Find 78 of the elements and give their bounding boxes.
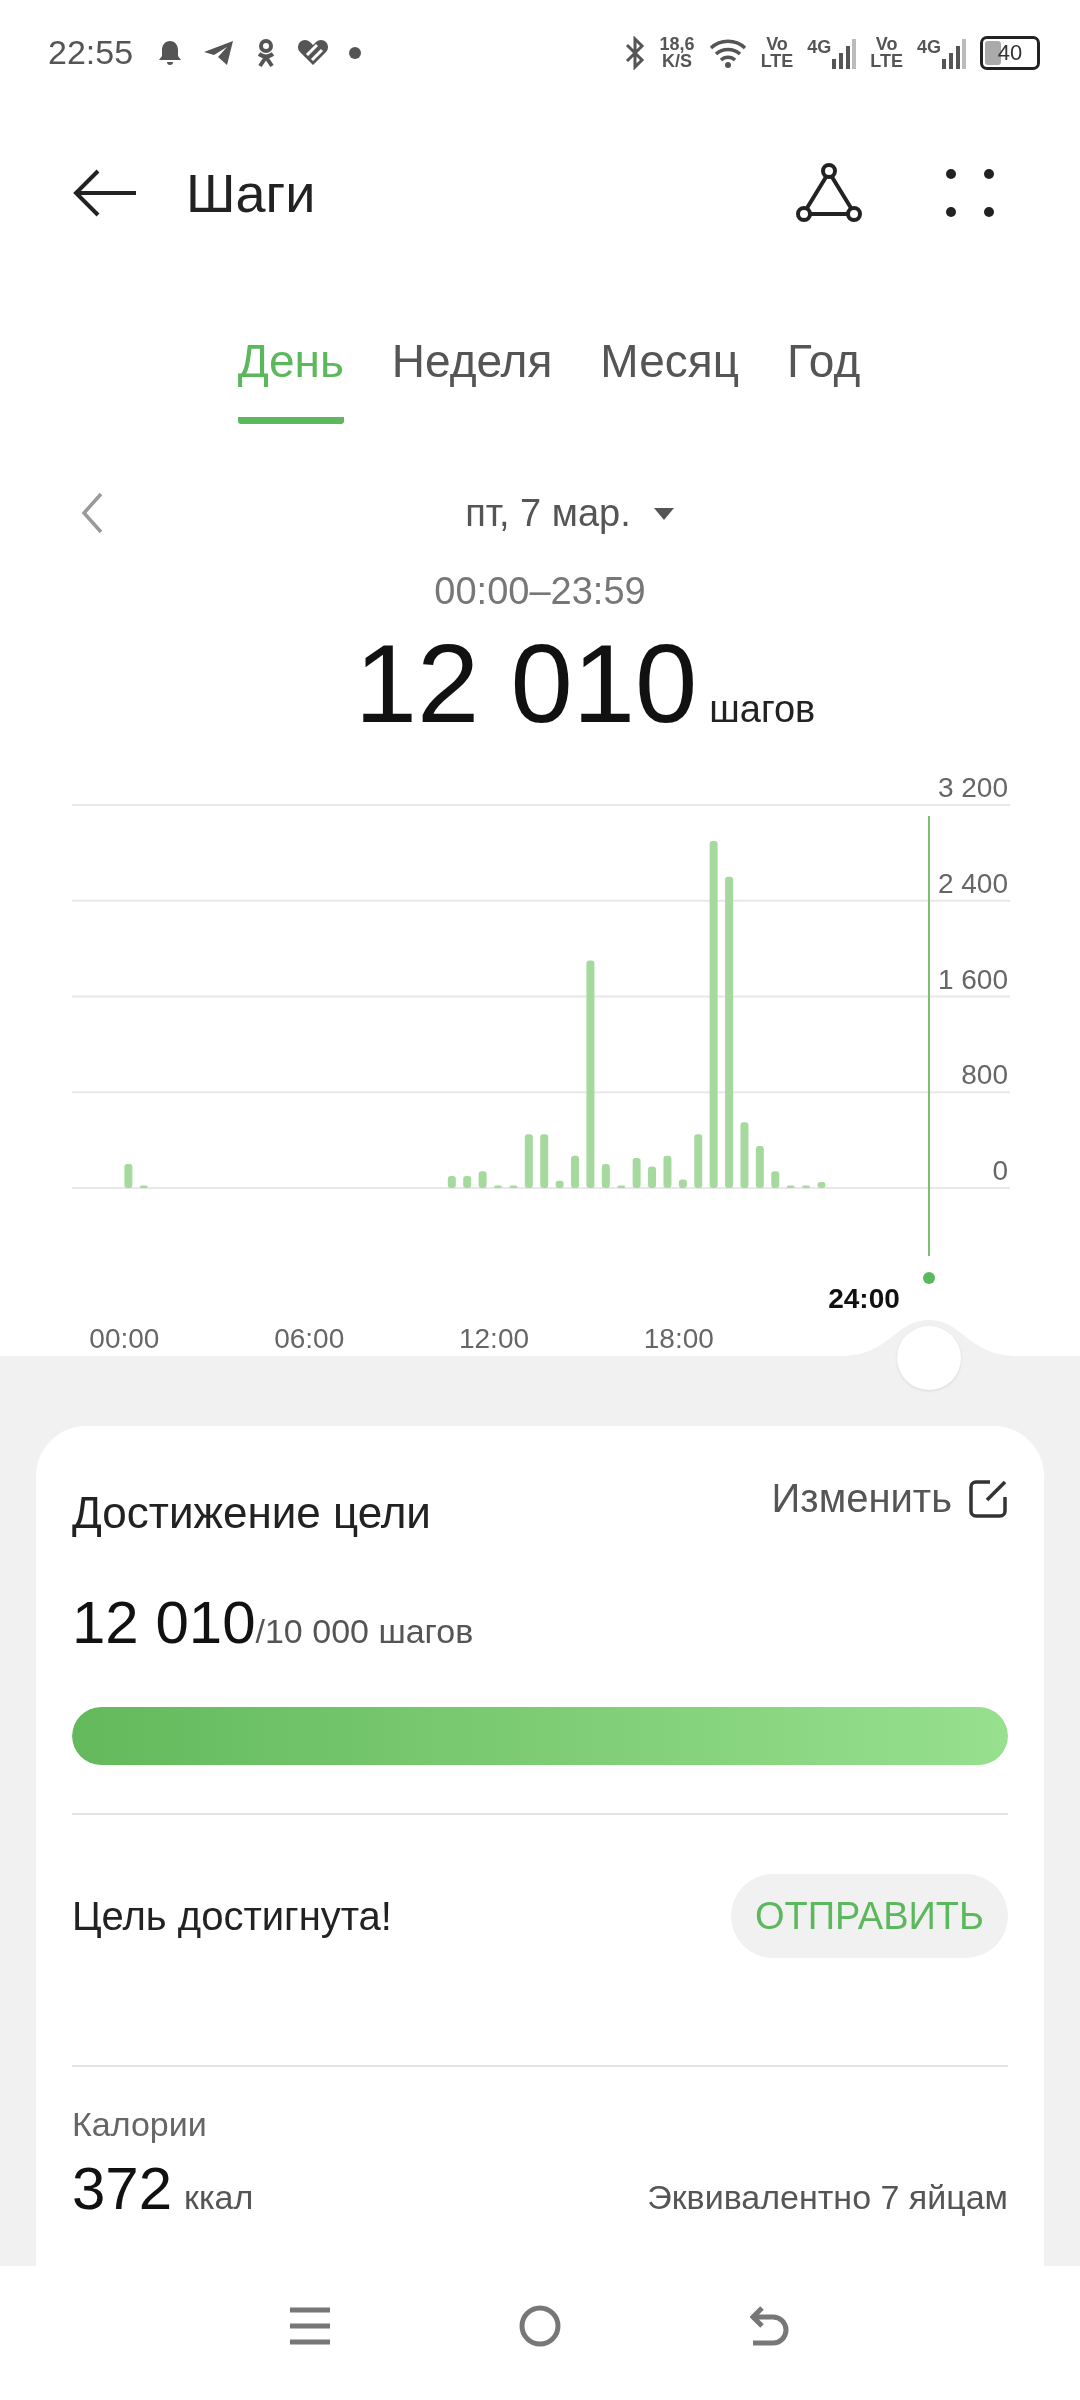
menu-icon[interactable] bbox=[289, 2307, 330, 2345]
y-tick-label: 2 400 bbox=[937, 867, 1008, 899]
calories-value: 372 bbox=[72, 2154, 173, 2223]
period-tab[interactable]: Год bbox=[787, 280, 861, 424]
step-bar bbox=[524, 1134, 533, 1188]
paper-plane-icon bbox=[203, 39, 236, 66]
step-bar bbox=[540, 1134, 549, 1188]
step-bar bbox=[802, 1185, 811, 1188]
step-bar bbox=[447, 1176, 456, 1188]
step-bar bbox=[478, 1171, 487, 1188]
edit-link[interactable]: Изменить bbox=[771, 1476, 952, 1521]
step-bar bbox=[139, 1185, 148, 1188]
step-bar bbox=[494, 1185, 502, 1188]
step-bar bbox=[740, 1122, 749, 1188]
period-tab[interactable]: Месяц bbox=[600, 280, 739, 424]
chevron-left-icon[interactable] bbox=[80, 491, 104, 535]
volte-label: LTE bbox=[870, 52, 903, 70]
x-tick-label: 06:00 bbox=[274, 1323, 345, 1354]
volte-label: Vo bbox=[766, 35, 788, 53]
step-bar bbox=[601, 1164, 610, 1188]
step-bar bbox=[694, 1134, 703, 1188]
calories-equivalent: Эквивалентно 7 яйцам bbox=[647, 2178, 1008, 2217]
step-count: 12 010 bbox=[72, 1588, 256, 1657]
step-bar bbox=[786, 1185, 795, 1188]
volte-label: Vo bbox=[875, 35, 898, 53]
step-bar bbox=[571, 1155, 580, 1188]
step-bar bbox=[509, 1185, 518, 1188]
step-bar bbox=[632, 1158, 641, 1188]
goal-target: /10 000 шагов bbox=[255, 1612, 474, 1651]
x-tick-label: 12:00 bbox=[459, 1323, 530, 1354]
more-icon[interactable] bbox=[945, 167, 995, 218]
goal-status: Цель достигнута! bbox=[72, 1893, 392, 1939]
dot-icon bbox=[349, 46, 362, 59]
back-icon[interactable] bbox=[72, 167, 138, 218]
x-tick-label: 18:00 bbox=[643, 1323, 714, 1354]
calories-label: Калории bbox=[72, 2105, 208, 2144]
dropdown-triangle-icon[interactable] bbox=[652, 506, 675, 521]
home-icon[interactable] bbox=[519, 2305, 561, 2347]
battery-level: 40 bbox=[997, 39, 1023, 66]
y-tick-label: 3 200 bbox=[937, 772, 1008, 803]
bluetooth-icon bbox=[623, 35, 646, 70]
y-tick-label: 800 bbox=[961, 1059, 1008, 1091]
network-type: 4G bbox=[807, 36, 832, 58]
time-range: 00:00–23:59 bbox=[433, 569, 647, 614]
signal-icon bbox=[832, 36, 857, 69]
calories-unit: ккал bbox=[184, 2178, 254, 2217]
volte-label: LTE bbox=[760, 52, 794, 70]
step-bar bbox=[663, 1155, 672, 1188]
step-bar bbox=[678, 1179, 687, 1188]
speed-unit: K/S bbox=[662, 52, 693, 70]
step-bar bbox=[771, 1171, 780, 1188]
heart-icon bbox=[297, 38, 330, 67]
period-tab[interactable]: Неделя bbox=[391, 280, 553, 424]
step-unit: шагов bbox=[709, 688, 816, 731]
step-bar bbox=[555, 1180, 564, 1188]
y-tick-label: 1 600 bbox=[937, 963, 1008, 995]
step-bar bbox=[817, 1182, 826, 1188]
step-bar bbox=[124, 1164, 133, 1188]
page-title: Шаги bbox=[186, 161, 316, 224]
share-icon[interactable] bbox=[795, 161, 863, 224]
signal-icon bbox=[942, 36, 966, 69]
step-bar bbox=[617, 1185, 626, 1188]
date-selector[interactable]: пт, 7 мар. bbox=[465, 492, 631, 535]
network-speed: 18,6 bbox=[659, 35, 695, 53]
step-bar bbox=[648, 1166, 657, 1188]
x-tick-label: 00:00 bbox=[89, 1323, 160, 1354]
step-count: 12 010 bbox=[354, 621, 698, 746]
wifi-icon bbox=[708, 37, 747, 68]
cursor-time: 24:00 bbox=[828, 1283, 900, 1314]
step-bar bbox=[463, 1176, 472, 1188]
step-bar bbox=[755, 1146, 764, 1188]
bell-icon bbox=[157, 38, 184, 67]
network-type: 4G bbox=[917, 36, 941, 58]
cursor-dot bbox=[923, 1272, 935, 1284]
status-time: 22:55 bbox=[48, 33, 134, 72]
edit-icon[interactable] bbox=[968, 1478, 1008, 1519]
card-title: Достижение цели bbox=[72, 1488, 431, 1538]
y-tick-label: 0 bbox=[992, 1155, 1008, 1186]
